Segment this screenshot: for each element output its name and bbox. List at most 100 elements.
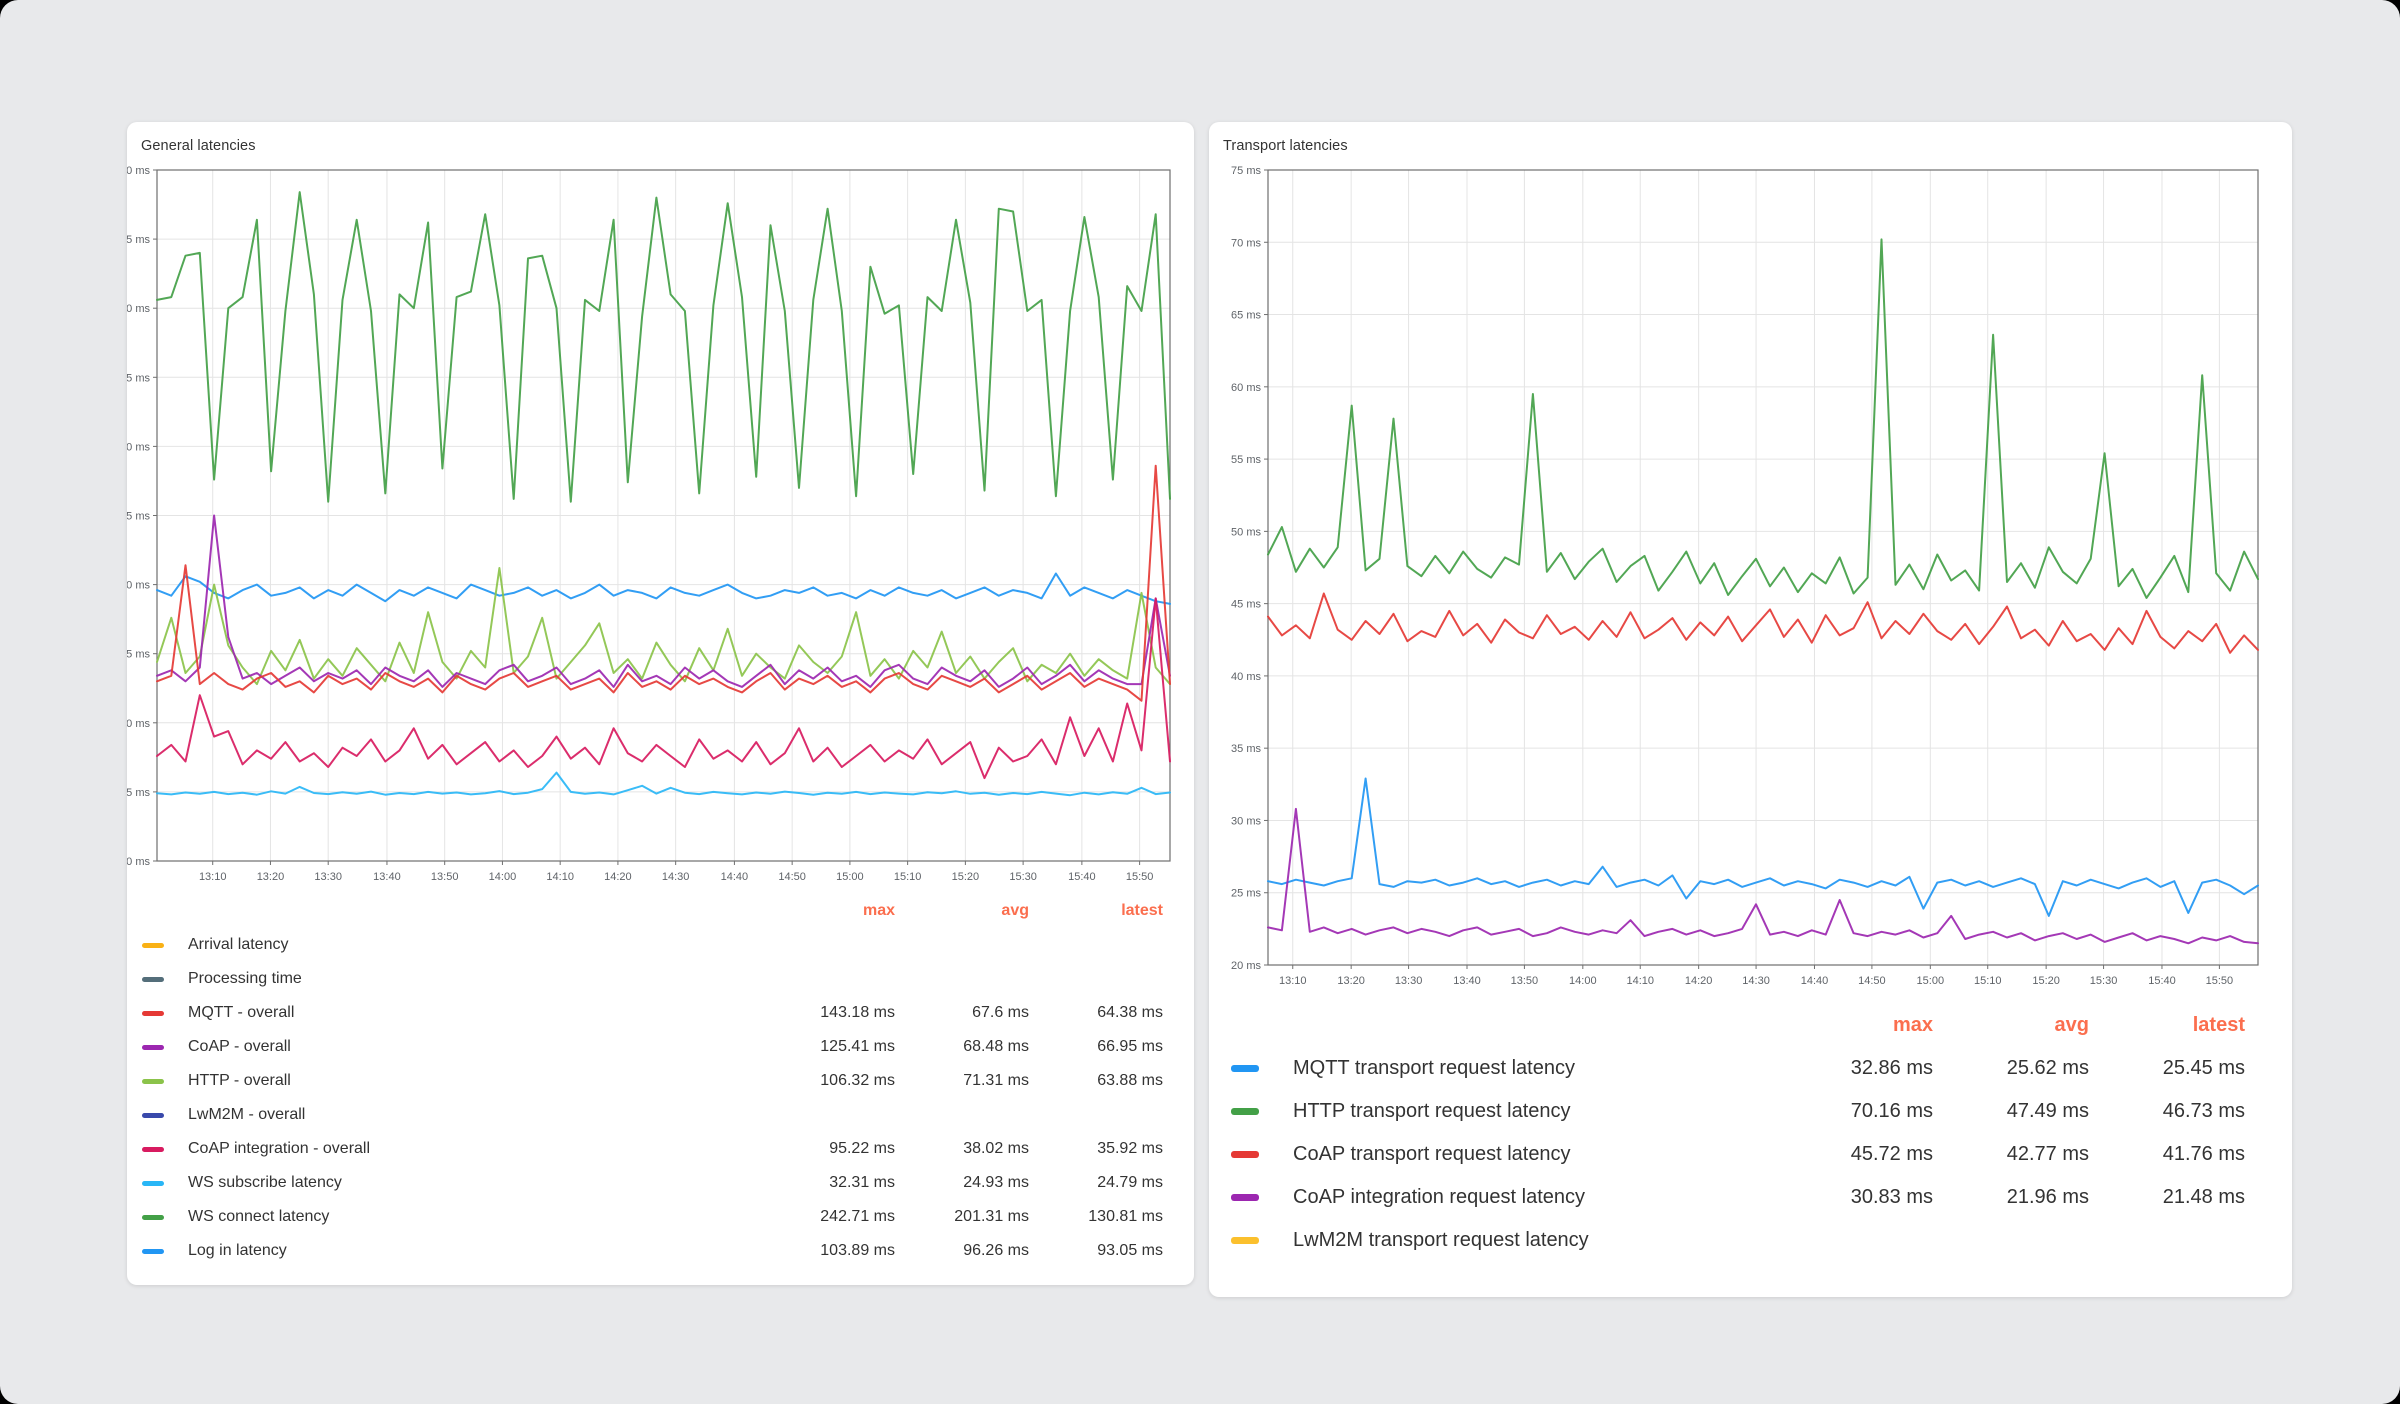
series-max-value: 242.71 ms xyxy=(777,1208,911,1226)
legend-header-max: max xyxy=(1783,1014,1939,1037)
legend-label[interactable]: LwM2M transport request latency xyxy=(1231,1229,1783,1252)
legend-item-mqtt-transport-request-latency[interactable]: MQTT transport request latency32.86 ms25… xyxy=(1231,1047,2251,1090)
series-latest-value: 25.45 ms xyxy=(2095,1057,2251,1080)
series-color-swatch-icon xyxy=(1231,1194,1259,1201)
legend-item-arrival-latency[interactable]: Arrival latency xyxy=(142,928,1179,962)
legend-label[interactable]: WS connect latency xyxy=(142,1208,777,1226)
series-latest-value: 35.92 ms xyxy=(1045,1140,1179,1158)
legend-label[interactable]: HTTP - overall xyxy=(142,1072,777,1090)
series-color-swatch-icon xyxy=(1231,1151,1259,1158)
x-axis-label: 13:50 xyxy=(1511,975,1539,987)
series-color-swatch-icon xyxy=(142,943,164,948)
legend-label[interactable]: MQTT transport request latency xyxy=(1231,1057,1783,1080)
x-axis-label: 13:30 xyxy=(314,871,342,883)
dashboard-background: General latencies 0 ms25 ms50 ms75 ms100… xyxy=(0,0,2400,1404)
series-color-swatch-icon xyxy=(142,1249,164,1254)
panel-general-latencies: General latencies 0 ms25 ms50 ms75 ms100… xyxy=(127,122,1194,1285)
y-axis-label: 75 ms xyxy=(1231,165,1261,177)
x-axis-label: 15:40 xyxy=(1068,871,1096,883)
x-axis-label: 14:20 xyxy=(604,871,632,883)
y-axis-label: 30 ms xyxy=(1231,815,1261,827)
legend-item-log-in-latency[interactable]: Log in latency103.89 ms96.26 ms93.05 ms xyxy=(142,1234,1179,1268)
legend-label[interactable]: CoAP transport request latency xyxy=(1231,1143,1783,1166)
y-axis-label: 150 ms xyxy=(127,441,150,453)
legend-item-ws-connect-latency[interactable]: WS connect latency242.71 ms201.31 ms130.… xyxy=(142,1200,1179,1234)
legend-label[interactable]: CoAP - overall xyxy=(142,1038,777,1056)
series-latest-value: 66.95 ms xyxy=(1045,1038,1179,1056)
series-name: Log in latency xyxy=(188,1242,287,1260)
series-name: CoAP transport request latency xyxy=(1293,1143,1571,1166)
x-axis-label: 15:30 xyxy=(1009,871,1037,883)
x-axis-label: 14:20 xyxy=(1685,975,1713,987)
series-name: CoAP integration - overall xyxy=(188,1140,370,1158)
y-axis-label: 25 ms xyxy=(127,787,150,799)
legend-item-processing-time[interactable]: Processing time xyxy=(142,962,1179,996)
series-name: WS connect latency xyxy=(188,1208,329,1226)
y-axis-label: 70 ms xyxy=(1231,237,1261,249)
legend-item-coap-integration-overall[interactable]: CoAP integration - overall95.22 ms38.02 … xyxy=(142,1132,1179,1166)
series-max-value: 143.18 ms xyxy=(777,1004,911,1022)
x-axis-label: 15:10 xyxy=(1974,975,2002,987)
series-max-value: 125.41 ms xyxy=(777,1038,911,1056)
x-axis-label: 13:40 xyxy=(1453,975,1481,987)
legend-item-http-transport-request-latency[interactable]: HTTP transport request latency70.16 ms47… xyxy=(1231,1090,2251,1133)
legend-label[interactable]: MQTT - overall xyxy=(142,1004,777,1022)
series-max-value: 103.89 ms xyxy=(777,1242,911,1260)
panel-transport-latencies: Transport latencies 20 ms25 ms30 ms35 ms… xyxy=(1209,122,2292,1297)
legend-item-lwm2m-transport-request-latency[interactable]: LwM2M transport request latency xyxy=(1231,1219,2251,1262)
legend-label[interactable]: LwM2M - overall xyxy=(142,1106,777,1124)
series-color-swatch-icon xyxy=(142,1147,164,1152)
legend-label[interactable]: Log in latency xyxy=(142,1242,777,1260)
series-name: HTTP - overall xyxy=(188,1072,291,1090)
series-color-swatch-icon xyxy=(142,1045,164,1050)
series-avg-value: 67.6 ms xyxy=(911,1004,1045,1022)
series-avg-value: 96.26 ms xyxy=(911,1242,1045,1260)
legend-label[interactable]: HTTP transport request latency xyxy=(1231,1100,1783,1123)
x-axis-label: 13:10 xyxy=(199,871,227,883)
x-axis-label: 14:00 xyxy=(1569,975,1597,987)
legend-item-coap-overall[interactable]: CoAP - overall125.41 ms68.48 ms66.95 ms xyxy=(142,1030,1179,1064)
series-latest-value: 41.76 ms xyxy=(2095,1143,2251,1166)
series-color-swatch-icon xyxy=(142,1181,164,1186)
series-color-swatch-icon xyxy=(142,1011,164,1016)
legend-item-coap-transport-request-latency[interactable]: CoAP transport request latency45.72 ms42… xyxy=(1231,1133,2251,1176)
x-axis-label: 15:50 xyxy=(1126,871,1154,883)
legend-header-max: max xyxy=(777,902,911,920)
y-axis-label: 100 ms xyxy=(127,580,150,592)
series-color-swatch-icon xyxy=(142,1215,164,1220)
legend-item-lwm2m-overall[interactable]: LwM2M - overall xyxy=(142,1098,1179,1132)
x-axis-label: 13:30 xyxy=(1395,975,1423,987)
series-color-swatch-icon xyxy=(1231,1108,1259,1115)
legend-label[interactable]: CoAP integration - overall xyxy=(142,1140,777,1158)
series-latest-value: 24.79 ms xyxy=(1045,1174,1179,1192)
legend-label[interactable]: Processing time xyxy=(142,970,777,988)
series-name: Arrival latency xyxy=(188,936,288,954)
legend-label[interactable]: WS subscribe latency xyxy=(142,1174,777,1192)
legend-item-http-overall[interactable]: HTTP - overall106.32 ms71.31 ms63.88 ms xyxy=(142,1064,1179,1098)
x-axis-label: 15:00 xyxy=(1917,975,1945,987)
legend-item-coap-integration-request-latency[interactable]: CoAP integration request latency30.83 ms… xyxy=(1231,1176,2251,1219)
series-name: LwM2M - overall xyxy=(188,1106,305,1124)
y-axis-label: 175 ms xyxy=(127,372,150,384)
x-axis-label: 13:40 xyxy=(373,871,401,883)
legend-item-ws-subscribe-latency[interactable]: WS subscribe latency32.31 ms24.93 ms24.7… xyxy=(142,1166,1179,1200)
general-latencies-chart[interactable]: 0 ms25 ms50 ms75 ms100 ms125 ms150 ms175… xyxy=(127,122,1194,900)
y-axis-label: 50 ms xyxy=(1231,526,1261,538)
transport-latencies-chart[interactable]: 20 ms25 ms30 ms35 ms40 ms45 ms50 ms55 ms… xyxy=(1209,122,2292,1006)
series-avg-value: 201.31 ms xyxy=(911,1208,1045,1226)
series-name: WS subscribe latency xyxy=(188,1174,342,1192)
x-axis-label: 14:00 xyxy=(489,871,517,883)
legend-label[interactable]: Arrival latency xyxy=(142,936,777,954)
general-latencies-legend: maxavglatestArrival latencyProcessing ti… xyxy=(142,894,1179,1268)
series-avg-value: 47.49 ms xyxy=(1939,1100,2095,1123)
y-axis-label: 60 ms xyxy=(1231,382,1261,394)
legend-label[interactable]: CoAP integration request latency xyxy=(1231,1186,1783,1209)
y-axis-label: 75 ms xyxy=(127,649,150,661)
legend-item-mqtt-overall[interactable]: MQTT - overall143.18 ms67.6 ms64.38 ms xyxy=(142,996,1179,1030)
series-latest-value: 46.73 ms xyxy=(2095,1100,2251,1123)
series-name: MQTT - overall xyxy=(188,1004,294,1022)
legend-header-avg: avg xyxy=(1939,1014,2095,1037)
series-color-swatch-icon xyxy=(142,1079,164,1084)
y-axis-label: 25 ms xyxy=(1231,888,1261,900)
series-name: Processing time xyxy=(188,970,302,988)
